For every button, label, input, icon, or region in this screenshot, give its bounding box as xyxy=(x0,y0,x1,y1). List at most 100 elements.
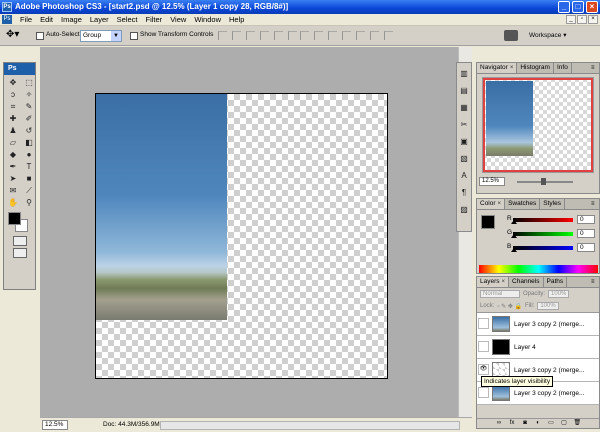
menu-select[interactable]: Select xyxy=(113,15,142,24)
green-value-field[interactable]: 0 xyxy=(577,229,595,238)
tab-swatches[interactable]: Swatches xyxy=(505,199,541,209)
align-right-icon[interactable] xyxy=(288,31,297,40)
close-tab-icon[interactable]: × xyxy=(498,201,502,207)
lasso-tool-icon[interactable]: ↄ xyxy=(6,89,20,100)
distribute-top-icon[interactable] xyxy=(300,31,309,40)
move-tool-icon[interactable]: ✥ xyxy=(6,77,20,88)
auto-select-checkbox[interactable] xyxy=(36,32,44,40)
menu-file[interactable]: File xyxy=(16,15,36,24)
tab-layers[interactable]: Layers × xyxy=(477,277,510,287)
tab-navigator[interactable]: Navigator × xyxy=(477,63,518,73)
move-tool-preset-icon[interactable]: ✥▾ xyxy=(6,29,28,43)
notes-tool-icon[interactable]: ✉ xyxy=(6,185,20,196)
pen-tool-icon[interactable]: ✒ xyxy=(6,161,20,172)
gradient-tool-icon[interactable]: ◧ xyxy=(22,137,36,148)
blue-slider[interactable] xyxy=(513,246,573,250)
layer-comps-icon[interactable]: ▦ xyxy=(459,102,470,113)
eyedropper-tool-icon[interactable]: ⟋ xyxy=(22,185,36,196)
panel-menu-icon[interactable]: ≡ xyxy=(591,199,599,209)
clone-source-icon[interactable]: ▧ xyxy=(459,153,470,164)
tab-color[interactable]: Color × xyxy=(477,199,506,209)
distribute-right-icon[interactable] xyxy=(370,31,379,40)
blur-tool-icon[interactable]: ◆ xyxy=(6,149,20,160)
distribute-bottom-icon[interactable] xyxy=(328,31,337,40)
doc-minimize-button[interactable]: _ xyxy=(566,15,576,24)
visibility-toggle[interactable] xyxy=(478,387,489,398)
info-panel-icon[interactable]: ▨ xyxy=(459,204,470,215)
actions-panel-icon[interactable]: ✂ xyxy=(459,119,470,130)
opacity-field[interactable]: 100% xyxy=(548,290,570,298)
layer-style-icon[interactable]: fx xyxy=(509,420,516,427)
shape-tool-icon[interactable]: ■ xyxy=(22,173,36,184)
view-frame[interactable] xyxy=(483,78,593,172)
screen-mode-button[interactable] xyxy=(12,248,27,258)
red-value-field[interactable]: 0 xyxy=(577,215,595,224)
close-tab-icon[interactable]: × xyxy=(510,65,514,71)
paragraph-panel-icon[interactable]: ¶ xyxy=(459,187,470,198)
navigator-preview[interactable] xyxy=(482,77,594,173)
align-hcenter-icon[interactable] xyxy=(274,31,283,40)
distribute-hcenter-icon[interactable] xyxy=(356,31,365,40)
transform-controls-checkbox[interactable] xyxy=(130,32,138,40)
blue-value-field[interactable]: 0 xyxy=(577,243,595,252)
new-group-icon[interactable]: ▭ xyxy=(548,420,555,427)
navigator-zoom-field[interactable]: 12.5% xyxy=(479,177,505,186)
menu-window[interactable]: Window xyxy=(190,15,225,24)
zoom-slider-thumb[interactable] xyxy=(541,178,546,185)
brush-tool-icon[interactable]: ✐ xyxy=(22,113,36,124)
align-vcenter-icon[interactable] xyxy=(232,31,241,40)
minimize-button[interactable]: _ xyxy=(558,1,570,13)
brushes-panel-icon[interactable]: ▥ xyxy=(459,68,470,79)
blend-mode-select[interactable]: Normal xyxy=(480,290,520,298)
menu-image[interactable]: Image xyxy=(57,15,86,24)
zoom-field[interactable]: 12.5% xyxy=(42,420,68,430)
menu-edit[interactable]: Edit xyxy=(36,15,57,24)
history-brush-tool-icon[interactable]: ↺ xyxy=(22,125,36,136)
maximize-button[interactable]: □ xyxy=(572,1,584,13)
eye-icon[interactable]: 👁 xyxy=(478,364,489,375)
slider-thumb[interactable] xyxy=(511,220,517,224)
tab-paths[interactable]: Paths xyxy=(544,277,568,287)
path-selection-tool-icon[interactable]: ➤ xyxy=(6,173,20,184)
doc-close-button[interactable]: × xyxy=(588,15,598,24)
green-slider[interactable] xyxy=(513,232,573,236)
slider-thumb[interactable] xyxy=(511,248,517,252)
eraser-tool-icon[interactable]: ▱ xyxy=(6,137,20,148)
character-panel-icon[interactable]: A xyxy=(459,170,470,181)
slider-thumb[interactable] xyxy=(511,234,517,238)
distribute-vcenter-icon[interactable] xyxy=(314,31,323,40)
canvas[interactable] xyxy=(95,93,388,379)
tab-channels[interactable]: Channels xyxy=(509,277,544,287)
align-bottom-icon[interactable] xyxy=(246,31,255,40)
trash-icon[interactable]: 🗑 xyxy=(574,420,582,427)
menu-filter[interactable]: Filter xyxy=(142,15,167,24)
doc-restore-button[interactable]: ▫ xyxy=(577,15,587,24)
type-tool-icon[interactable]: T xyxy=(22,161,36,172)
new-layer-icon[interactable]: ▢ xyxy=(561,420,568,427)
slice-tool-icon[interactable]: ✎ xyxy=(22,101,36,112)
tab-styles[interactable]: Styles xyxy=(540,199,565,209)
layer-row[interactable]: Layer 3 copy 2 (merge... xyxy=(477,313,599,336)
layer-mask-icon[interactable]: ◙ xyxy=(522,420,529,427)
color-spectrum[interactable] xyxy=(479,265,598,273)
align-left-icon[interactable] xyxy=(260,31,269,40)
close-tab-icon[interactable]: × xyxy=(502,279,506,285)
clone-stamp-tool-icon[interactable]: ♟ xyxy=(6,125,20,136)
link-layers-icon[interactable]: ∞ xyxy=(496,420,503,427)
quick-mask-button[interactable] xyxy=(12,236,27,246)
menu-layer[interactable]: Layer xyxy=(86,15,113,24)
panel-menu-icon[interactable]: ≡ xyxy=(591,277,599,287)
magic-wand-tool-icon[interactable]: ✧ xyxy=(22,89,36,100)
visibility-toggle[interactable] xyxy=(478,318,489,329)
lock-icons[interactable]: ▫ ✎ ✥ 🔒 xyxy=(497,303,522,310)
hand-tool-icon[interactable]: ✋ xyxy=(6,197,20,208)
visibility-toggle[interactable] xyxy=(478,341,489,352)
auto-select-dropdown[interactable]: Group ▼ xyxy=(80,30,122,42)
panel-menu-icon[interactable]: ≡ xyxy=(591,63,599,73)
tool-presets-icon[interactable]: ▤ xyxy=(459,85,470,96)
foreground-color-swatch[interactable] xyxy=(8,212,21,225)
marquee-tool-icon[interactable]: ⬚ xyxy=(22,77,36,88)
auto-align-icon[interactable] xyxy=(384,31,393,40)
layer-row[interactable]: Layer 4 xyxy=(477,336,599,359)
menu-view[interactable]: View xyxy=(166,15,190,24)
